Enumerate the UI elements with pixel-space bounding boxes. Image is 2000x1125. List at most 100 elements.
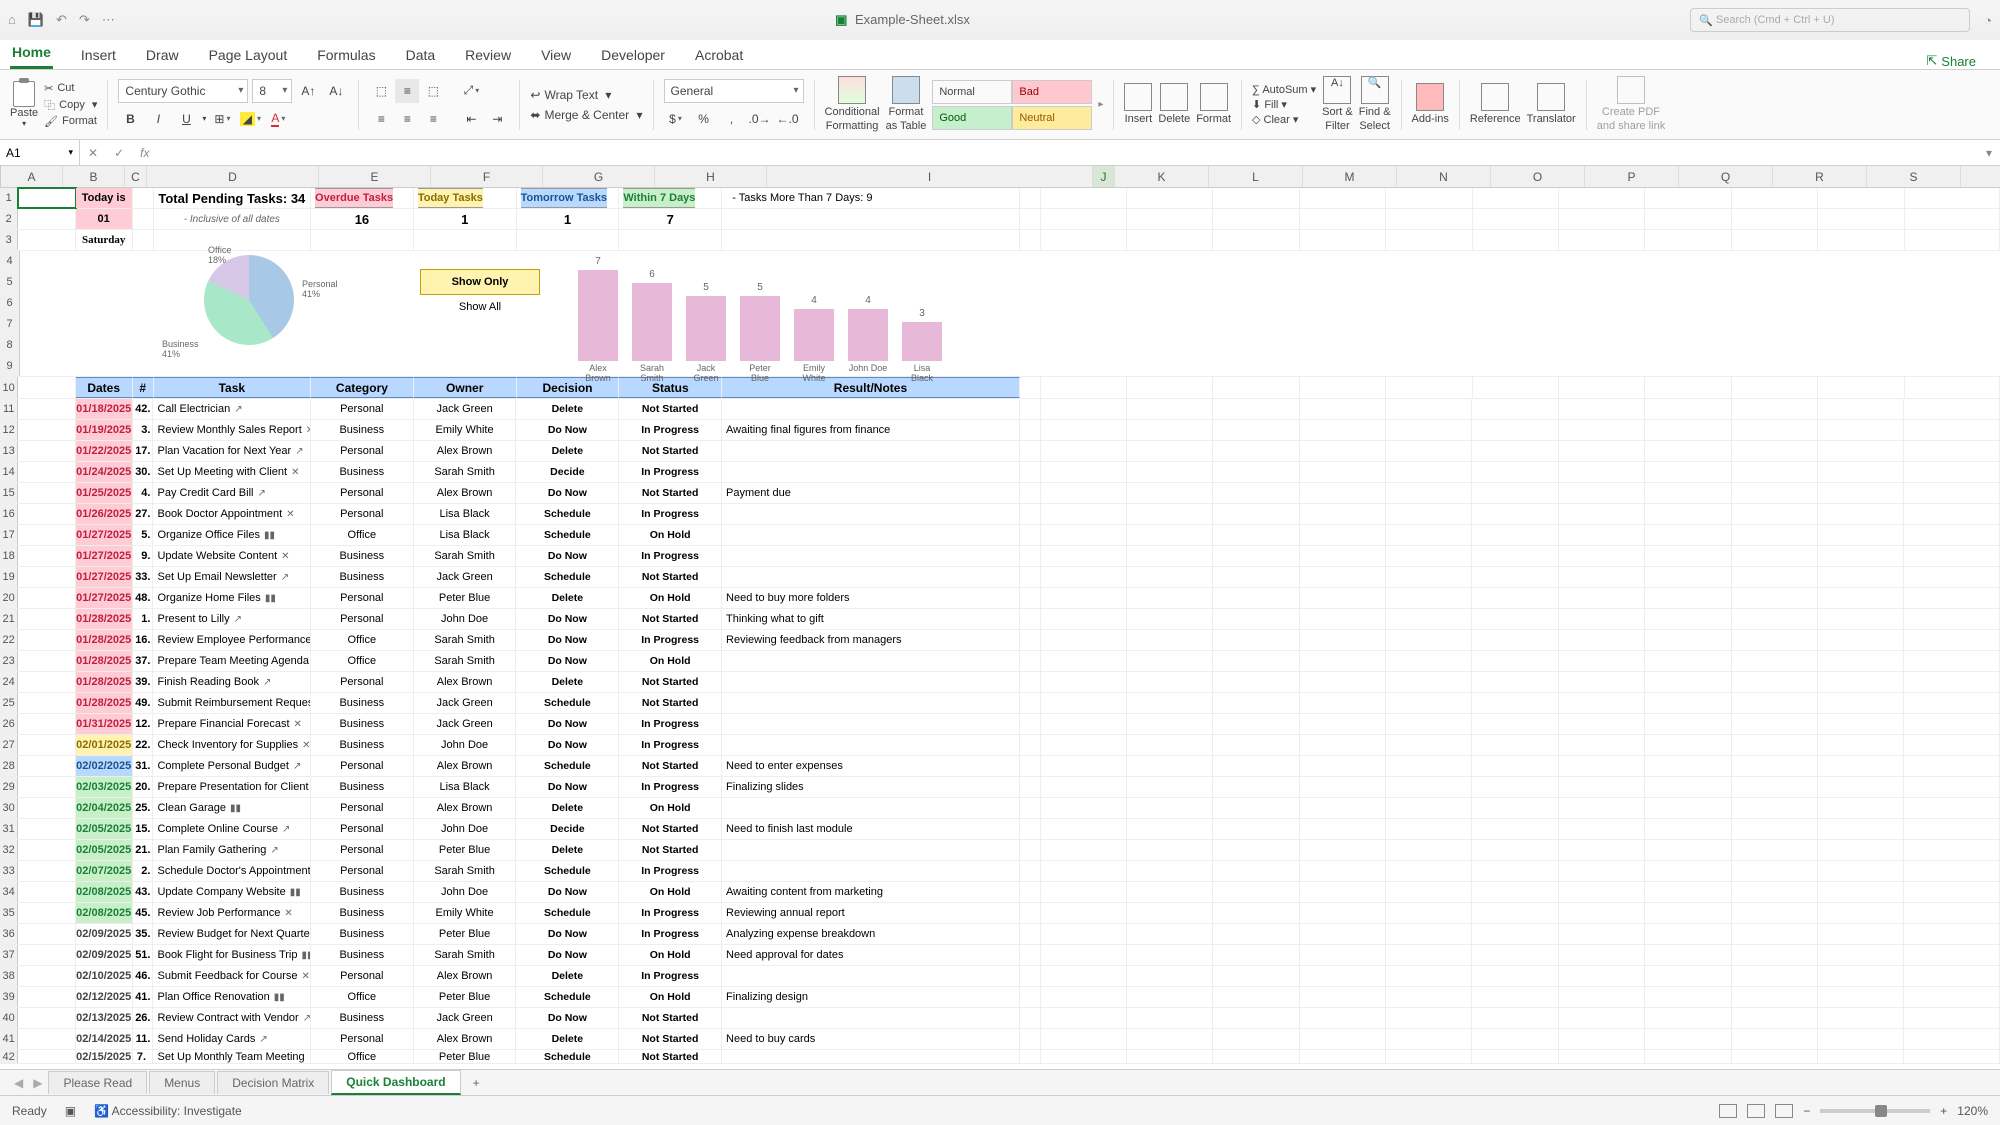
cell[interactable] <box>1645 188 1731 208</box>
cell[interactable] <box>1386 714 1472 734</box>
cell[interactable] <box>1904 420 2000 440</box>
cell[interactable] <box>1904 567 2000 587</box>
row-header[interactable]: 14 <box>0 462 18 482</box>
cell[interactable] <box>18 377 75 398</box>
cell[interactable] <box>1645 1050 1731 1063</box>
cell[interactable]: Do Now <box>516 882 619 902</box>
cell[interactable] <box>722 567 1020 587</box>
conditional-formatting-button[interactable]: Conditional Formatting <box>825 76 880 132</box>
cell[interactable] <box>1041 588 1127 608</box>
row-header[interactable]: 25 <box>0 693 18 713</box>
cell[interactable]: Alex Brown <box>414 756 517 776</box>
cell[interactable] <box>18 230 75 250</box>
cell[interactable] <box>1386 567 1472 587</box>
cell[interactable]: 01/27/2025 <box>76 567 133 587</box>
cell[interactable] <box>1020 420 1041 440</box>
cell[interactable] <box>1020 819 1041 839</box>
cell[interactable] <box>1213 693 1299 713</box>
bold-button[interactable]: B <box>118 107 142 131</box>
cell[interactable] <box>1645 924 1731 944</box>
cell[interactable] <box>1386 609 1472 629</box>
cell[interactable] <box>1041 546 1127 566</box>
cell[interactable]: Sarah Smith <box>414 462 517 482</box>
cell[interactable] <box>1732 1050 1818 1063</box>
cell[interactable] <box>1041 756 1127 776</box>
cell[interactable] <box>1127 861 1213 881</box>
cell[interactable] <box>1818 651 1904 671</box>
cell[interactable] <box>1904 693 2000 713</box>
reference-button[interactable]: Reference <box>1470 83 1521 126</box>
cell[interactable] <box>1386 209 1472 229</box>
cell[interactable]: Need approval for dates <box>722 945 1020 965</box>
row-header[interactable]: 10 <box>0 377 18 398</box>
styles-more-icon[interactable]: ▸ <box>1098 99 1103 110</box>
cell[interactable] <box>1904 441 2000 461</box>
cell[interactable] <box>722 525 1020 545</box>
cell[interactable] <box>1300 966 1386 986</box>
cell[interactable] <box>1041 651 1127 671</box>
row-header[interactable]: 21 <box>0 609 18 629</box>
cell[interactable]: Office <box>311 525 414 545</box>
cell[interactable]: Delete <box>516 1029 619 1049</box>
cell[interactable] <box>1818 1050 1904 1063</box>
cell[interactable]: Set Up Email Newsletter↗ <box>153 567 310 587</box>
cell[interactable] <box>1041 714 1127 734</box>
cell[interactable] <box>1904 861 2000 881</box>
fill-button[interactable]: ⬇ Fill ▾ <box>1252 98 1316 111</box>
cell[interactable] <box>18 504 75 524</box>
cell[interactable]: 01/28/2025 <box>76 651 133 671</box>
cell[interactable] <box>1732 399 1818 419</box>
cell[interactable] <box>1472 588 1558 608</box>
cell[interactable]: 2. <box>133 861 154 881</box>
cell[interactable] <box>1473 188 1559 208</box>
style-bad[interactable]: Bad <box>1012 80 1092 104</box>
cell[interactable] <box>1904 399 2000 419</box>
cell[interactable] <box>1020 441 1041 461</box>
col-header-J[interactable]: J <box>1093 166 1115 187</box>
row-header[interactable]: 29 <box>0 777 18 797</box>
cell[interactable]: 02/15/2025 <box>76 1050 133 1063</box>
cell[interactable] <box>1645 945 1731 965</box>
cell[interactable] <box>1041 209 1127 229</box>
cell[interactable] <box>1300 377 1386 398</box>
cell[interactable] <box>1300 188 1386 208</box>
cell[interactable] <box>1818 209 1904 229</box>
cell[interactable] <box>1020 588 1041 608</box>
cell[interactable] <box>18 609 75 629</box>
cell[interactable] <box>1300 483 1386 503</box>
cell[interactable] <box>1732 903 1818 923</box>
cell[interactable] <box>1041 609 1127 629</box>
cell[interactable]: Delete <box>516 441 619 461</box>
cell[interactable]: Alex Brown <box>414 1029 517 1049</box>
cell[interactable] <box>1300 924 1386 944</box>
cell[interactable] <box>1213 588 1299 608</box>
cell[interactable]: Business <box>311 714 414 734</box>
cell[interactable] <box>1732 987 1818 1007</box>
copy-button[interactable]: ⿻Copy ▾ <box>44 97 97 113</box>
cell[interactable]: Category <box>311 377 414 398</box>
col-header-R[interactable]: R <box>1773 166 1867 187</box>
cell[interactable]: 12. <box>133 714 154 734</box>
cell[interactable] <box>1386 377 1472 398</box>
cell[interactable]: Office <box>311 1050 414 1063</box>
cell[interactable] <box>1818 420 1904 440</box>
cell[interactable] <box>1472 609 1558 629</box>
cell[interactable] <box>1732 504 1818 524</box>
row-header[interactable]: 16 <box>0 504 18 524</box>
cell[interactable] <box>1818 188 1904 208</box>
cell[interactable] <box>1645 693 1731 713</box>
cell[interactable] <box>1472 672 1558 692</box>
cell[interactable] <box>1127 420 1213 440</box>
cell[interactable] <box>1041 1029 1127 1049</box>
cell[interactable] <box>311 230 414 250</box>
cell[interactable] <box>1386 651 1472 671</box>
cell[interactable]: Today Tasks <box>414 188 517 208</box>
cell[interactable] <box>1127 504 1213 524</box>
col-header-P[interactable]: P <box>1585 166 1679 187</box>
cell[interactable]: 02/09/2025 <box>76 945 133 965</box>
cell[interactable] <box>18 399 75 419</box>
cell[interactable]: Emily White <box>414 420 517 440</box>
cell[interactable] <box>1645 504 1731 524</box>
cell[interactable]: Not Started <box>619 567 722 587</box>
cell[interactable]: Jack Green <box>414 1008 517 1028</box>
